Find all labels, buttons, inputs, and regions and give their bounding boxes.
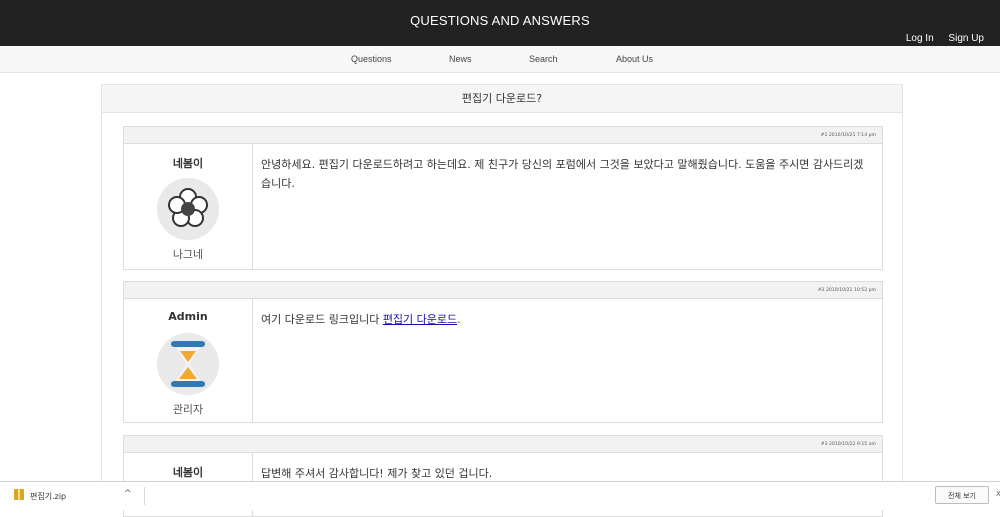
download-filename[interactable]: 편집기.zip — [30, 491, 66, 502]
nav-about[interactable]: About Us — [616, 54, 653, 64]
site-title: QUESTIONS AND ANSWERS — [410, 13, 590, 28]
nav-questions[interactable]: Questions — [351, 54, 392, 64]
main-nav: Questions News Search About Us — [0, 46, 1000, 73]
nav-search[interactable]: Search — [529, 54, 558, 64]
post-meta: #2 2010/10/21 10:52 pm — [124, 282, 882, 299]
post-body: 여기 다운로드 링크입니다 편집기 다운로드. — [261, 310, 870, 329]
author-name[interactable]: Admin — [124, 310, 252, 323]
download-link[interactable]: 편집기 다운로드 — [383, 313, 457, 326]
post-2: #2 2010/10/21 10:52 pm Admin 관리자 여기 다운로드… — [123, 281, 883, 423]
post-meta: #1 2010/10/21 7:14 pm — [124, 127, 882, 144]
divider — [144, 487, 145, 505]
download-shelf: 편집기.zip ^ 전체 보기 X — [0, 481, 1000, 510]
author-role: 나그네 — [172, 248, 204, 261]
signup-link[interactable]: Sign Up — [948, 33, 984, 44]
flower-icon — [157, 178, 219, 240]
author-name[interactable]: 네봄이 — [124, 464, 252, 480]
show-all-button[interactable]: 전체 보기 — [935, 486, 989, 504]
author-name[interactable]: 네봄이 — [124, 155, 252, 171]
thread-panel: 편집기 다운로드? #1 2010/10/21 7:14 pm 네봄이 나그네 — [101, 84, 903, 517]
login-link[interactable]: Log In — [906, 33, 934, 44]
post-meta: #3 2010/10/22 9:15 am — [124, 436, 882, 453]
post-author-column: 네봄이 나그네 — [124, 144, 253, 269]
top-header: QUESTIONS AND ANSWERS Log In Sign Up — [0, 0, 1000, 46]
auth-links: Log In Sign Up — [894, 33, 984, 44]
author-role: 관리자 — [172, 403, 204, 416]
post-body: 안녕하세요. 편집기 다운로드하려고 하는데요. 제 친구가 당신의 포럼에서 … — [261, 158, 864, 190]
chevron-up-icon[interactable]: ^ — [124, 489, 132, 499]
close-icon[interactable]: X — [996, 490, 1000, 498]
thread-title: 편집기 다운로드? — [102, 85, 902, 113]
nav-news[interactable]: News — [449, 54, 472, 64]
hourglass-icon — [157, 333, 219, 395]
post-text-end: . — [457, 313, 461, 326]
zip-file-icon — [14, 489, 24, 500]
post-author-column: Admin 관리자 — [124, 299, 253, 422]
post-1: #1 2010/10/21 7:14 pm 네봄이 나그네 안녕하세요. 편집기… — [123, 126, 883, 270]
post-text: 여기 다운로드 링크입니다 — [261, 313, 383, 326]
